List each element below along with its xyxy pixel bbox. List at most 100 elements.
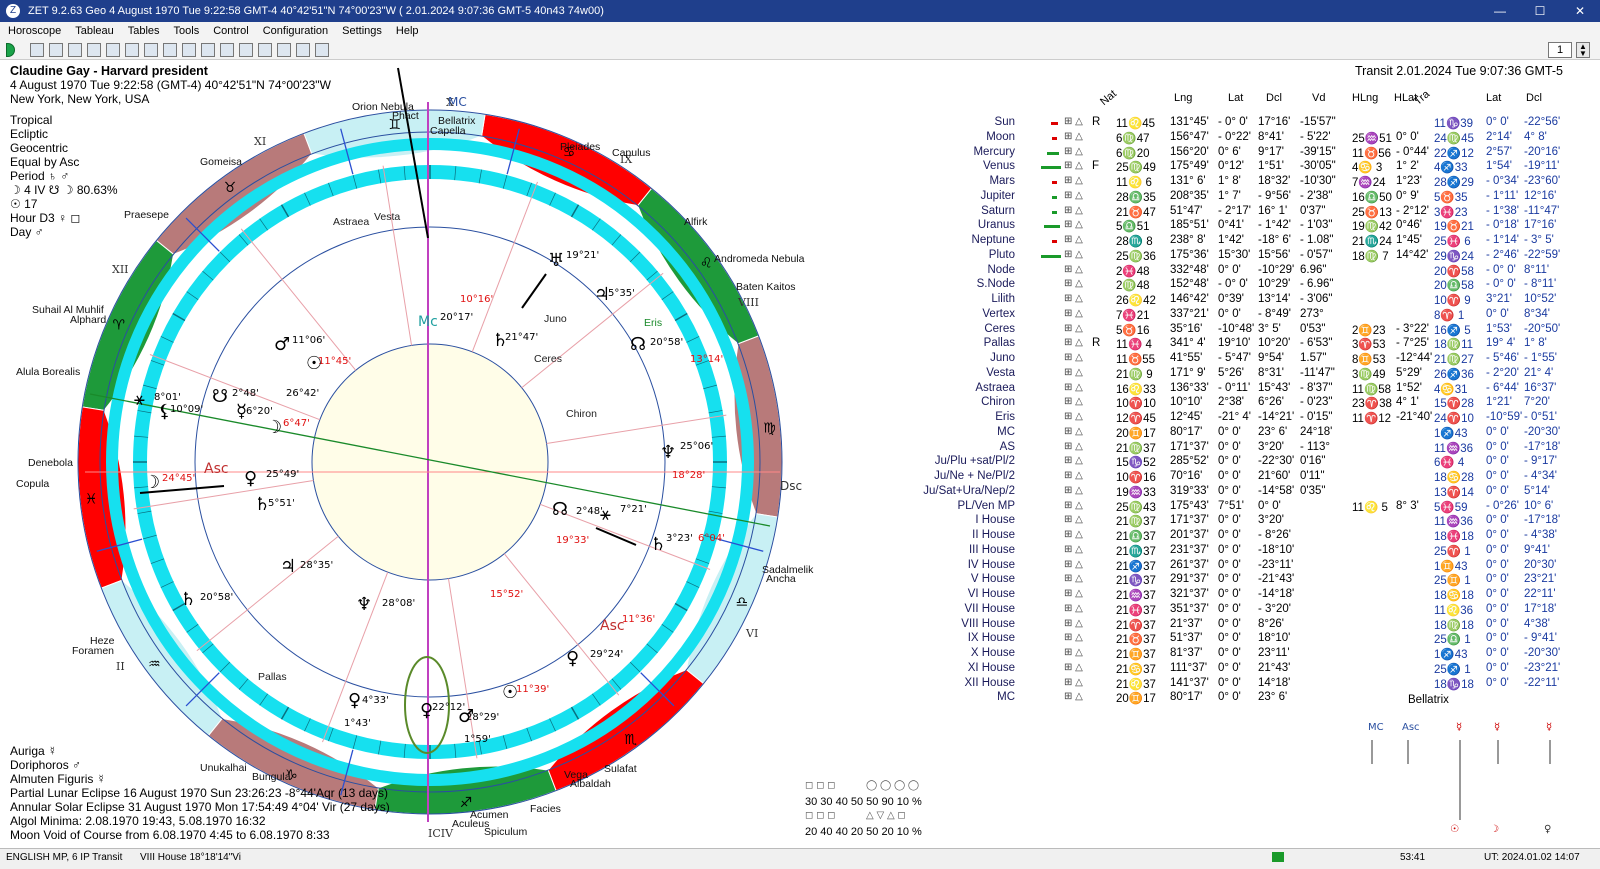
warning-icon[interactable]	[296, 42, 310, 57]
cell-hlat: 5°29'	[1396, 366, 1422, 379]
filter-icon[interactable]	[144, 42, 158, 57]
house-row[interactable]: II House ⊞ △ 21♎37 201°37' 0° 0' - 8°26' 18♓18…	[900, 529, 1600, 544]
planet-row[interactable]: Juno ⊞ △ 11♉55 41°55' - 5°47' 9°54' 1.57" 8♊53-…	[900, 352, 1600, 367]
cell-dcl: - 3°20'	[1258, 602, 1292, 615]
planet-glyph-icon: ☽	[144, 472, 160, 493]
planet-row[interactable]: Astraea ⊞ △ 16♌33 136°33' - 0°11' 15°43' - 8'3…	[900, 382, 1600, 397]
chart-wheel[interactable]: 20°17' 10°16' 19°21' 5°35' 21°47' 11°06' 11°45…	[0, 60, 900, 848]
planet-row[interactable]: Ju/Plu +sat/Pl/2 ⊞ △ 15♑52 285°52' 0° 0' -22°…	[900, 455, 1600, 470]
map-icon[interactable]	[87, 42, 101, 57]
planet-row[interactable]: Node ⊞ △ 2♓48 332°48' 0° 0' -10°29' 6.96" 20♈58…	[900, 264, 1600, 279]
fixed-star-label: Alfirk	[684, 216, 708, 228]
cell-tpos: 4♋31	[1434, 383, 1468, 396]
house-cusp-line	[447, 578, 478, 759]
list-icon[interactable]	[182, 42, 196, 57]
house-row[interactable]: MC ⊞ △ 20♊17 80°17' 0° 0' 23° 6'	[900, 691, 1600, 706]
planet-row[interactable]: Ceres ⊞ △ 5♉16 35°16' -10°48' 3° 5' 0'53" 2♊23-…	[900, 323, 1600, 338]
planet-row[interactable]: Lilith ⊞ △ 26♌42 146°42' 0°39' 13°14' - 3'06" 1…	[900, 293, 1600, 308]
strength-bar	[1044, 225, 1060, 229]
col-header-tdcl: Dcl	[1526, 92, 1542, 104]
globe-icon[interactable]	[49, 42, 63, 57]
menu-help[interactable]: Help	[396, 25, 419, 37]
menu-control[interactable]: Control	[213, 25, 248, 37]
menu-settings[interactable]: Settings	[342, 25, 382, 37]
planet-row[interactable]: Sun ⊞ △ R 11♌45 131°45' - 0° 0' 17°16' -15'57" 1…	[900, 116, 1600, 131]
minimize-button[interactable]: —	[1480, 0, 1520, 22]
degree-label: 21°47'	[505, 332, 538, 343]
planet-glyph-icon: ⚹	[600, 504, 611, 525]
planet-row[interactable]: AS ⊞ △ 21♍37 171°37' 0° 0' 3°20' - 113° 11♒36 0°…	[900, 441, 1600, 456]
chart-icon[interactable]	[106, 42, 120, 57]
cell-tlat: 0° 0'	[1486, 529, 1509, 541]
spinner-arrows-icon[interactable]: ▲ ▼	[1576, 42, 1590, 58]
cell-tlat: 0° 0'	[1486, 440, 1509, 453]
menu-tableau[interactable]: Tableau	[75, 25, 114, 37]
planet-row[interactable]: PL/Ven MP ⊞ △ 25♍43 175°43' 7°51' 0° 0' 11♌ 5 8…	[900, 500, 1600, 515]
planet-row[interactable]: MC ⊞ △ 20♊17 80°17' 0° 0' 23° 6' 24°18' 1♐43 0° …	[900, 426, 1600, 441]
cell-lat: 2°38'	[1218, 396, 1244, 409]
house-row[interactable]: V House ⊞ △ 21♑37 291°37' 0° 0' -21°43' 25♊ 1 0…	[900, 573, 1600, 588]
planet-row[interactable]: Eris ⊞ △ 12♈45 12°45' -21° 4' -14°21' - 0'15" 1…	[900, 411, 1600, 426]
house-row[interactable]: I House ⊞ △ 21♍37 171°37' 0° 0' 3°20' 11♒36 0° …	[900, 514, 1600, 529]
wheel-count-input[interactable]: 1	[1548, 42, 1572, 58]
planet-row[interactable]: Vesta ⊞ △ 21♍ 9 171° 9' 5°26' 8°31' -11'47" 3♍4…	[900, 367, 1600, 382]
table-icon[interactable]	[30, 42, 44, 57]
wheel-icon[interactable]	[68, 42, 82, 57]
planet-row[interactable]: Uranus ⊞ △ 5♎51 185°51' 0°41' - 1°42' - 1'03" 1…	[900, 219, 1600, 234]
house-row[interactable]: VI House ⊞ △ 21♒37 321°37' 0° 0' -14°18' 18♋18…	[900, 588, 1600, 603]
planet-row[interactable]: Pluto ⊞ △ 25♍36 175°36' 15°30' 15°56' - 0'57" 1…	[900, 249, 1600, 264]
status-indicator	[1272, 852, 1284, 862]
cell-pos: 20♊17	[1116, 693, 1156, 706]
house-row[interactable]: IV House ⊞ △ 21♐37 261°37' 0° 0' -23°11' 1♊43 0…	[900, 559, 1600, 574]
book-icon[interactable]	[163, 42, 177, 57]
maximize-button[interactable]: ☐	[1520, 0, 1560, 22]
planet-row[interactable]: Neptune ⊞ △ 28♏ 8 238° 8' 1°42' -18° 6' - 1.08…	[900, 234, 1600, 249]
menu-horoscope[interactable]: Horoscope	[8, 25, 61, 37]
planet-row[interactable]: Saturn ⊞ △ 21♉47 51°47' - 2°17' 16° 1' 0'37" 25…	[900, 205, 1600, 220]
house-row[interactable]: VII House ⊞ △ 21♓37 351°37' 0° 0' - 3°20' 11♌3…	[900, 603, 1600, 618]
doc-icon[interactable]	[258, 42, 272, 57]
planet-row[interactable]: Ju/Ne + Ne/Pl/2 ⊞ △ 10♈16 70°16' 0° 0' 21°60'…	[900, 470, 1600, 485]
house-row[interactable]: XI House ⊞ △ 21♋37 111°37' 0° 0' 21°43' 25♐ 1 0…	[900, 662, 1600, 677]
cell-tlat: 0° 0'	[1486, 661, 1509, 674]
planet-row[interactable]: Jupiter ⊞ △ 28♎35 208°35' 1° 7' - 9°56' - 2'38…	[900, 190, 1600, 205]
export-icon[interactable]	[315, 42, 329, 57]
notes-icon[interactable]	[220, 42, 234, 57]
cell-tpos: 11♒36	[1434, 516, 1474, 529]
tools-icon[interactable]	[277, 42, 291, 57]
house-row[interactable]: XII House ⊞ △ 21♌37 141°37' 0° 0' 14°18' 18♑18…	[900, 677, 1600, 692]
menu-configuration[interactable]: Configuration	[263, 25, 328, 37]
house-row[interactable]: III House ⊞ △ 21♏37 231°37' 0° 0' -18°10' 25♈ …	[900, 544, 1600, 559]
strength-bar	[1051, 210, 1058, 214]
close-button[interactable]: ✕	[1560, 0, 1600, 22]
planet-row[interactable]: Ju/Sat+Ura/Nep/2 ⊞ △ 19♒33 319°33' 0° 0' -14°…	[900, 485, 1600, 500]
settings-icon[interactable]	[239, 42, 253, 57]
cell-pos: 21♓37	[1116, 604, 1156, 617]
cell-tdcl: 1° 8'	[1524, 337, 1547, 350]
house-name: IX House	[967, 632, 1015, 645]
cell-tpos: 18♍18	[1434, 619, 1474, 632]
planet-row[interactable]: Venus ⊞ △ F 25♍49 175°49' 0°12' 1°51' -30'05" 4♋…	[900, 160, 1600, 175]
house-row[interactable]: VIII House ⊞ △ 21♈37 21°37' 0° 0' 8°26' 18♍18 0…	[900, 618, 1600, 633]
menu-tables[interactable]: Tables	[128, 25, 160, 37]
planet-row[interactable]: Chiron ⊞ △ 10♈10 10°10' 2°38' 6°26' - 0'23" 23♈…	[900, 396, 1600, 411]
cell-tdcl: 4°38'	[1524, 617, 1550, 630]
calendar-icon[interactable]	[201, 42, 215, 57]
house-row[interactable]: X House ⊞ △ 21♊37 81°37' 0° 0' 23°11' 1♐43 0° 0…	[900, 647, 1600, 662]
menu-tools[interactable]: Tools	[174, 25, 200, 37]
planet-row[interactable]: Pallas ⊞ △ R 11♓ 4 341° 4' 19°10' 10°20' - 6'53…	[900, 337, 1600, 352]
strength-bar	[1051, 136, 1058, 140]
cell-tdcl: 20°30'	[1524, 558, 1557, 571]
cell-tdcl: 16°37'	[1524, 381, 1557, 394]
back-arrow-icon[interactable]	[6, 42, 15, 57]
planet-row[interactable]: Mars ⊞ △ 11♌ 6 131° 6' 1° 8' 18°32' -10'30" 7♒2…	[900, 175, 1600, 190]
cell-vd: -15'57"	[1300, 116, 1336, 128]
grid-icon[interactable]	[125, 42, 139, 57]
house-row[interactable]: IX House ⊞ △ 21♉37 51°37' 0° 0' 18°10' 25♎ 1 0°…	[900, 632, 1600, 647]
planet-row[interactable]: S.Node ⊞ △ 2♍48 152°48' - 0° 0' 10°29' - 6.96"…	[900, 278, 1600, 293]
planet-row[interactable]: Moon ⊞ △ 6♍47 156°47' - 0°22' 8°41' - 5'22' 25♒…	[900, 131, 1600, 146]
planet-row[interactable]: Vertex ⊞ △ 7♓21 337°21' 0° 0' - 8°49' 273° 8♈ 1…	[900, 308, 1600, 323]
cell-dcl: 3°20'	[1258, 440, 1284, 453]
planet-row[interactable]: Mercury ⊞ △ 6♍20 156°20' 0° 6' 9°17' -39'15" 11…	[900, 146, 1600, 161]
cell-lng: 171°37'	[1170, 514, 1209, 527]
